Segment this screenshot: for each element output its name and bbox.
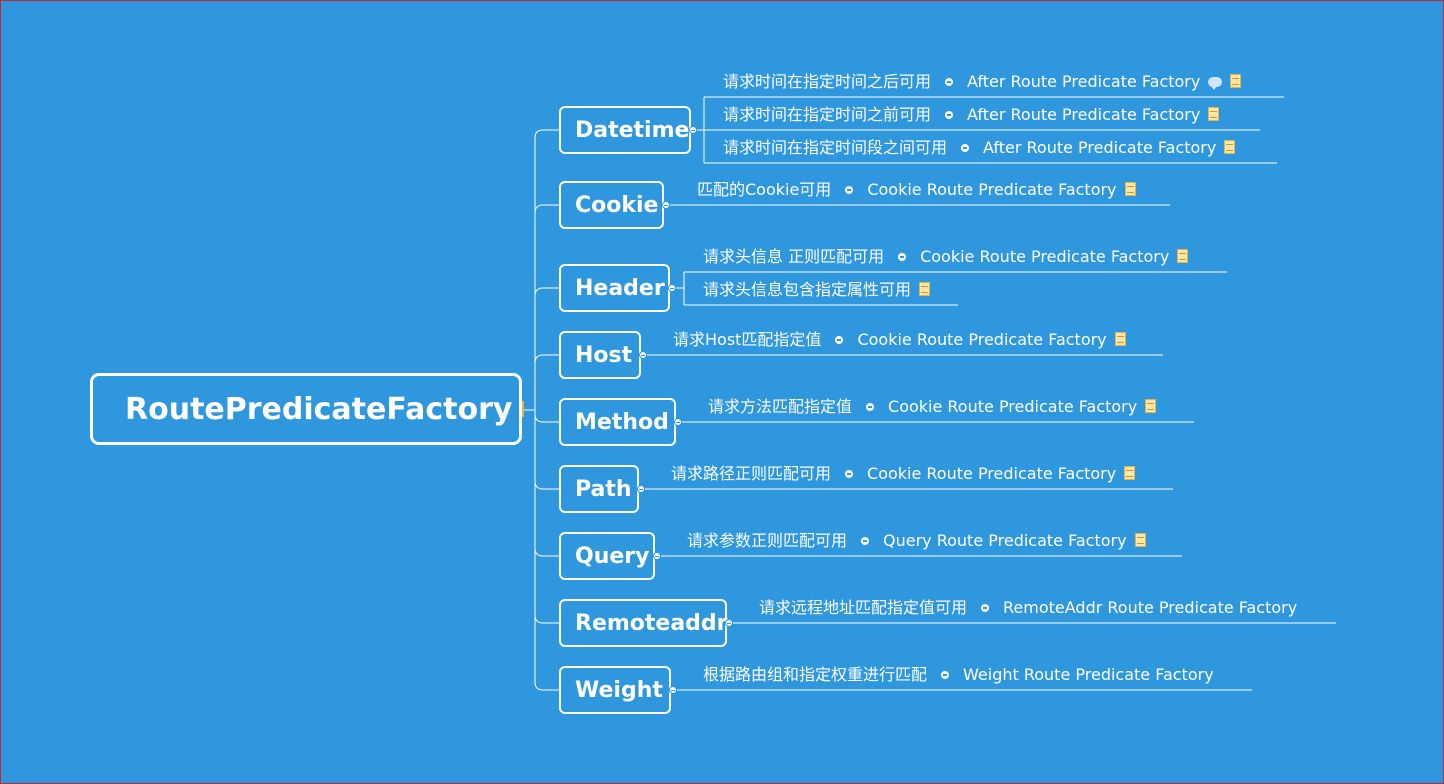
leaf-description: 请求时间在指定时间之后可用 bbox=[723, 72, 932, 91]
root-topic-label: RoutePredicateFactory bbox=[125, 391, 513, 427]
branch-topic-label: Datetime bbox=[575, 117, 690, 143]
leaf-topic[interactable]: 匹配的Cookie可用 Cookie Route Predicate Factor… bbox=[697, 180, 1136, 200]
factory-name: Cookie Route Predicate Factory bbox=[857, 330, 1107, 349]
note-icon[interactable] bbox=[1114, 332, 1126, 346]
collapse-icon[interactable] bbox=[662, 201, 670, 209]
branch-connector bbox=[534, 204, 559, 214]
branch-topic-method[interactable]: Method bbox=[559, 398, 676, 446]
note-icon[interactable] bbox=[522, 401, 525, 417]
collapse-icon[interactable] bbox=[669, 686, 677, 694]
branch-topic-remoteaddr[interactable]: Remoteaddr bbox=[559, 599, 728, 647]
branch-topic-label: Header bbox=[575, 275, 665, 301]
collapse-icon[interactable] bbox=[689, 126, 697, 134]
collapse-icon[interactable] bbox=[981, 604, 990, 612]
branch-topic-label: Weight bbox=[575, 677, 663, 703]
note-icon[interactable] bbox=[1177, 249, 1189, 263]
factory-name: Cookie Route Predicate Factory bbox=[867, 180, 1117, 199]
branch-topic-label: Host bbox=[575, 342, 633, 368]
leaf-description: 请求时间在指定时间之前可用 bbox=[723, 105, 932, 124]
collapse-icon[interactable] bbox=[835, 336, 844, 344]
branch-topic-label: Remoteaddr bbox=[575, 610, 728, 636]
leaf-topic[interactable]: 请求时间在指定时间之前可用 After Route Predicate Facto… bbox=[723, 105, 1220, 125]
leaf-topic[interactable]: 请求时间在指定时间之后可用 After Route Predicate Facto… bbox=[723, 72, 1242, 92]
collapse-icon[interactable] bbox=[725, 619, 733, 627]
branch-connector bbox=[534, 547, 559, 557]
leaf-description: 请求时间在指定时间段之间可用 bbox=[723, 138, 948, 157]
factory-name: Cookie Route Predicate Factory bbox=[867, 464, 1117, 483]
factory-name: After Route Predicate Factory bbox=[983, 138, 1217, 157]
factory-name: After Route Predicate Factory bbox=[967, 72, 1201, 91]
comment-icon[interactable] bbox=[1208, 77, 1223, 90]
collapse-icon[interactable] bbox=[961, 144, 970, 152]
branch-topic-query[interactable]: Query bbox=[559, 532, 655, 580]
root-topic[interactable]: RoutePredicateFactory bbox=[90, 373, 525, 445]
collapse-icon[interactable] bbox=[653, 552, 661, 560]
collapse-icon[interactable] bbox=[945, 78, 954, 86]
collapse-icon[interactable] bbox=[668, 284, 676, 292]
leaf-topic[interactable]: 请求方法匹配指定值 Cookie Route Predicate Factory bbox=[708, 397, 1157, 417]
branch-connector bbox=[534, 681, 559, 691]
factory-name: After Route Predicate Factory bbox=[967, 105, 1201, 124]
branch-topic-label: Path bbox=[575, 476, 632, 502]
leaf-description: 匹配的Cookie可用 bbox=[697, 180, 832, 199]
collapse-icon[interactable] bbox=[674, 418, 682, 426]
leaf-description: 根据路由组和指定权重进行匹配 bbox=[703, 665, 928, 684]
branch-topic-header[interactable]: Header bbox=[559, 264, 670, 312]
branch-topic-label: Query bbox=[575, 543, 650, 569]
note-icon[interactable] bbox=[1134, 533, 1146, 547]
leaf-topic[interactable]: 请求路径正则匹配可用 Cookie Route Predicate Factory bbox=[671, 464, 1136, 484]
collapse-icon[interactable] bbox=[945, 111, 954, 119]
note-icon[interactable] bbox=[1230, 74, 1242, 88]
leaf-topic[interactable]: 请求远程地址匹配指定值可用 RemoteAddr Route Predicate … bbox=[759, 598, 1297, 618]
factory-name: Cookie Route Predicate Factory bbox=[888, 397, 1138, 416]
collapse-icon[interactable] bbox=[898, 253, 907, 261]
note-icon[interactable] bbox=[1145, 399, 1157, 413]
leaf-description: 请求Host匹配指定值 bbox=[673, 330, 822, 349]
leaf-topic[interactable]: 请求Host匹配指定值 Cookie Route Predicate Factor… bbox=[673, 330, 1126, 350]
note-icon[interactable] bbox=[1208, 107, 1220, 121]
collapse-icon[interactable] bbox=[866, 403, 875, 411]
note-icon[interactable] bbox=[1124, 466, 1136, 480]
note-icon[interactable] bbox=[1124, 182, 1136, 196]
factory-name: RemoteAddr Route Predicate Factory bbox=[1003, 598, 1298, 617]
leaf-description: 请求头信息包含指定属性可用 bbox=[703, 280, 912, 299]
branch-topic-cookie[interactable]: Cookie bbox=[559, 181, 664, 229]
branch-connector bbox=[534, 129, 559, 139]
collapse-icon[interactable] bbox=[845, 186, 854, 194]
leaf-topic[interactable]: 根据路由组和指定权重进行匹配 Weight Route Predicate Fac… bbox=[703, 665, 1214, 685]
branch-connector bbox=[534, 354, 559, 364]
leaf-description: 请求参数正则匹配可用 bbox=[687, 531, 848, 550]
branch-topic-datetime[interactable]: Datetime bbox=[559, 106, 691, 154]
leaf-topic[interactable]: 请求头信息 正则匹配可用 Cookie Route Predicate Facto… bbox=[703, 247, 1189, 267]
collapse-icon[interactable] bbox=[941, 671, 950, 679]
leaf-topic[interactable]: 请求头信息包含指定属性可用 bbox=[703, 280, 931, 300]
collapse-icon[interactable] bbox=[637, 485, 645, 493]
leaf-description: 请求方法匹配指定值 bbox=[708, 397, 853, 416]
branch-topic-label: Method bbox=[575, 409, 669, 435]
leaf-topic[interactable]: 请求参数正则匹配可用 Query Route Predicate Factory bbox=[687, 531, 1146, 551]
factory-name: Weight Route Predicate Factory bbox=[963, 665, 1214, 684]
leaf-topic[interactable]: 请求时间在指定时间段之间可用 After Route Predicate Fact… bbox=[723, 138, 1236, 158]
branch-topic-path[interactable]: Path bbox=[559, 465, 639, 513]
branch-connector bbox=[534, 480, 559, 490]
leaf-description: 请求头信息 正则匹配可用 bbox=[703, 247, 885, 266]
collapse-icon[interactable] bbox=[861, 537, 870, 545]
branch-topic-label: Cookie bbox=[575, 192, 659, 218]
collapse-icon[interactable] bbox=[845, 470, 854, 478]
factory-name: Cookie Route Predicate Factory bbox=[920, 247, 1170, 266]
factory-name: Query Route Predicate Factory bbox=[883, 531, 1127, 550]
branch-topic-weight[interactable]: Weight bbox=[559, 666, 671, 714]
leaf-description: 请求远程地址匹配指定值可用 bbox=[759, 598, 968, 617]
branch-topic-host[interactable]: Host bbox=[559, 331, 641, 379]
leaf-description: 请求路径正则匹配可用 bbox=[671, 464, 832, 483]
note-icon[interactable] bbox=[1224, 140, 1236, 154]
branch-connector bbox=[534, 287, 559, 297]
branch-connector bbox=[534, 413, 559, 423]
collapse-icon[interactable] bbox=[639, 351, 647, 359]
note-icon[interactable] bbox=[919, 282, 931, 296]
branch-connector bbox=[534, 614, 559, 624]
